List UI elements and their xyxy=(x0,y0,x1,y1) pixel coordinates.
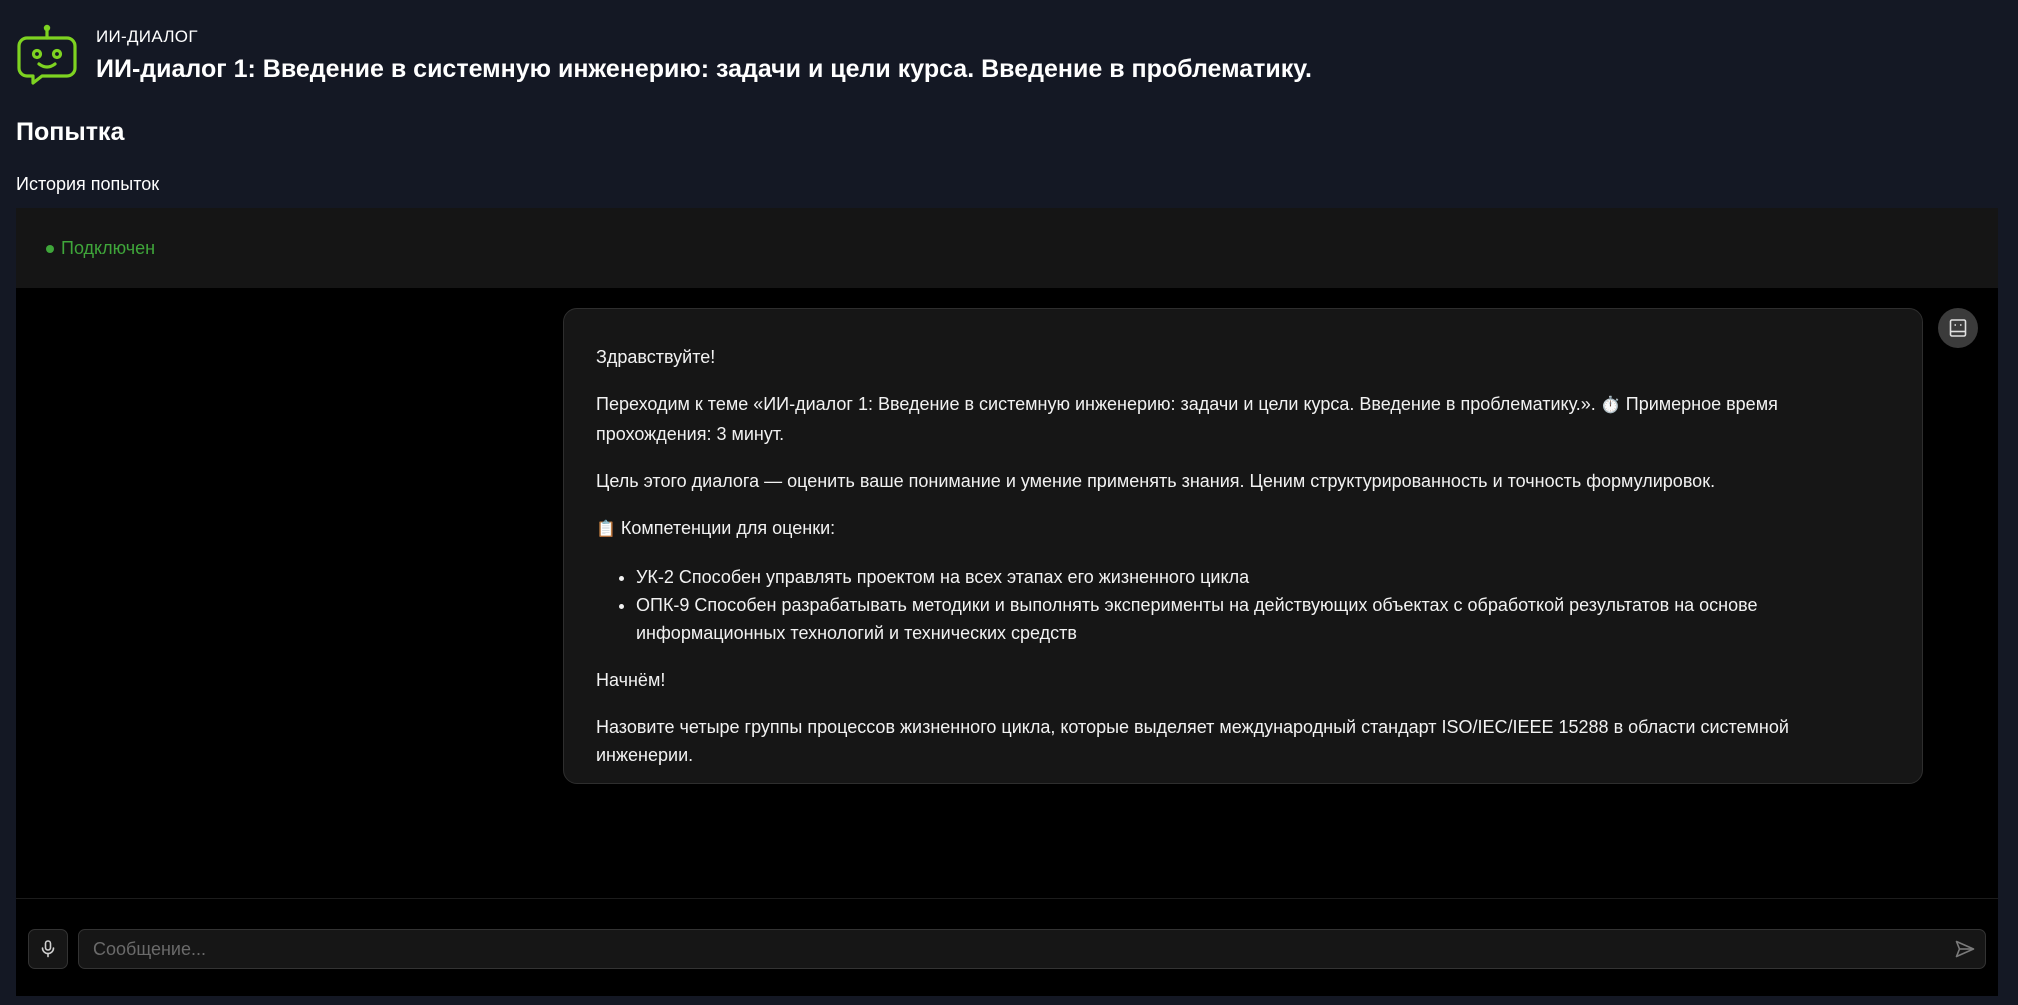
page-header: ИИ-ДИАЛОГ ИИ-диалог 1: Введение в систем… xyxy=(16,22,1312,86)
message-question: Назовите четыре группы процессов жизненн… xyxy=(596,717,1789,765)
timer-icon: ⏱️ xyxy=(1600,397,1621,414)
message-intro: Переходим к теме «ИИ-диалог 1: Введение … xyxy=(596,390,1890,448)
microphone-button[interactable] xyxy=(28,929,68,969)
message-greeting: Здравствуйте! xyxy=(596,347,716,367)
page-title: ИИ-диалог 1: Введение в системную инжене… xyxy=(96,55,1312,83)
message-list[interactable]: Здравствуйте! Переходим к теме «ИИ-диало… xyxy=(16,288,1998,906)
attempt-heading: Попытка xyxy=(16,118,125,146)
chat-panel: Подключен Здравствуйте! Переходим к теме… xyxy=(16,208,1998,996)
message-start: Начнём! xyxy=(596,670,666,690)
send-icon xyxy=(1955,940,1975,958)
send-button[interactable] xyxy=(1952,937,1978,961)
composer-divider xyxy=(16,898,1998,899)
message-goal: Цель этого диалога — оценить ваше понима… xyxy=(596,471,1716,491)
competencies-heading: 📋 Компетенции для оценки: xyxy=(596,514,1890,544)
assistant-avatar xyxy=(1938,308,1978,348)
page-kicker: ИИ-ДИАЛОГ xyxy=(96,27,198,46)
robot-chat-icon xyxy=(17,24,77,85)
status-dot-icon xyxy=(46,244,54,253)
competency-item: УК-2 Способен управлять проектом на всех… xyxy=(636,563,1890,591)
message-composer xyxy=(28,929,1986,969)
connection-status-bar: Подключен xyxy=(16,208,1998,288)
status-label: Подключен xyxy=(61,238,156,258)
competencies-title: Компетенции для оценки: xyxy=(615,518,836,538)
attempt-history-link[interactable]: История попыток xyxy=(16,174,159,195)
connection-status: Подключен xyxy=(46,238,155,259)
assistant-message: Здравствуйте! Переходим к теме «ИИ-диало… xyxy=(563,308,1923,784)
microphone-icon xyxy=(41,940,55,958)
robot-face-icon xyxy=(1949,319,1967,337)
message-input[interactable] xyxy=(78,929,1986,969)
clipboard-icon: 📋 xyxy=(596,521,616,538)
message-intro-prefix: Переходим к теме «ИИ-диалог 1: Введение … xyxy=(596,394,1596,414)
competency-list: УК-2 Способен управлять проектом на всех… xyxy=(636,563,1890,647)
competency-item: ОПК-9 Способен разрабатывать методики и … xyxy=(636,591,1890,647)
